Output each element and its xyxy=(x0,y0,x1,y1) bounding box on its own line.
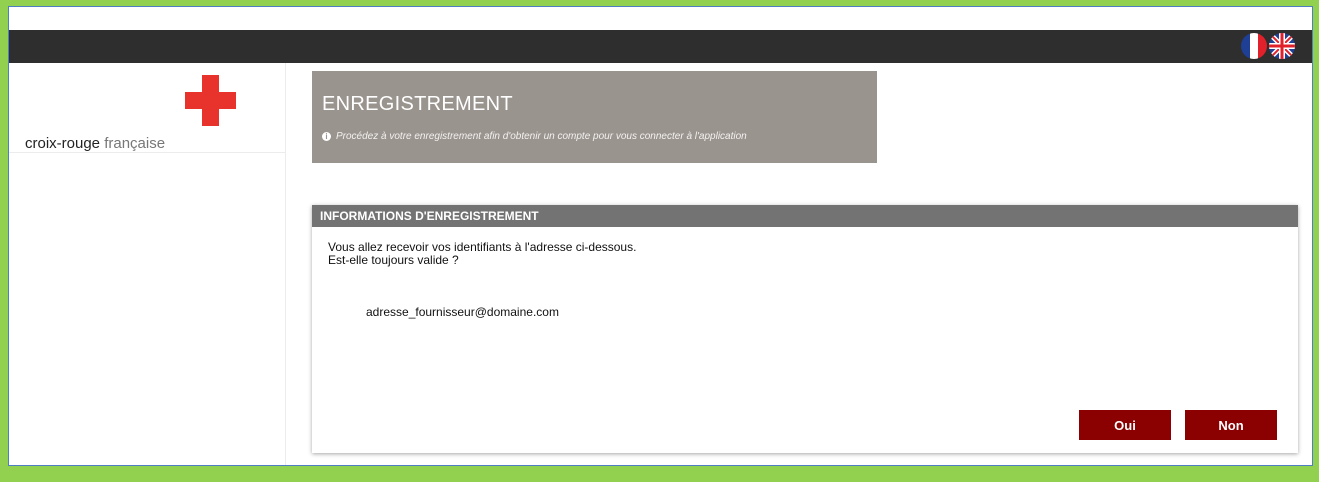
card-message: Vous allez recevoir vos identifiants à l… xyxy=(328,241,636,267)
logo-word-1: croix-rouge xyxy=(25,135,101,152)
card-title: INFORMATIONS D'ENREGISTREMENT xyxy=(320,209,539,223)
subtitle-text: Procédez à votre enregistrement afin d'o… xyxy=(336,131,747,142)
top-bar xyxy=(9,30,1312,63)
logo-word-2: française xyxy=(104,135,166,152)
email-address: adresse_fournisseur@domaine.com xyxy=(366,305,559,319)
page-subtitle: i Procédez à votre enregistrement afin d'… xyxy=(322,131,747,142)
registration-card: INFORMATIONS D'ENREGISTREMENT Vous allez… xyxy=(312,205,1298,453)
info-icon: i xyxy=(322,131,331,141)
card-header: INFORMATIONS D'ENREGISTREMENT xyxy=(312,205,1298,227)
sidebar: croix-rouge française xyxy=(9,63,286,465)
app-window: croix-rouge française ENREGISTREMENT i Pr… xyxy=(8,6,1313,466)
uk-flag-icon[interactable] xyxy=(1269,33,1295,59)
non-button[interactable]: Non xyxy=(1185,410,1277,440)
oui-button[interactable]: Oui xyxy=(1079,410,1171,440)
france-flag-icon[interactable] xyxy=(1241,33,1267,59)
logo-text: croix-rouge française xyxy=(25,135,165,152)
message-line-2: Est-elle toujours valide ? xyxy=(328,253,459,267)
page-header: ENREGISTREMENT i Procédez à votre enregis… xyxy=(312,71,877,163)
logo[interactable]: croix-rouge française xyxy=(9,63,285,153)
red-cross-icon xyxy=(185,75,236,126)
page-title: ENREGISTREMENT xyxy=(322,93,513,115)
